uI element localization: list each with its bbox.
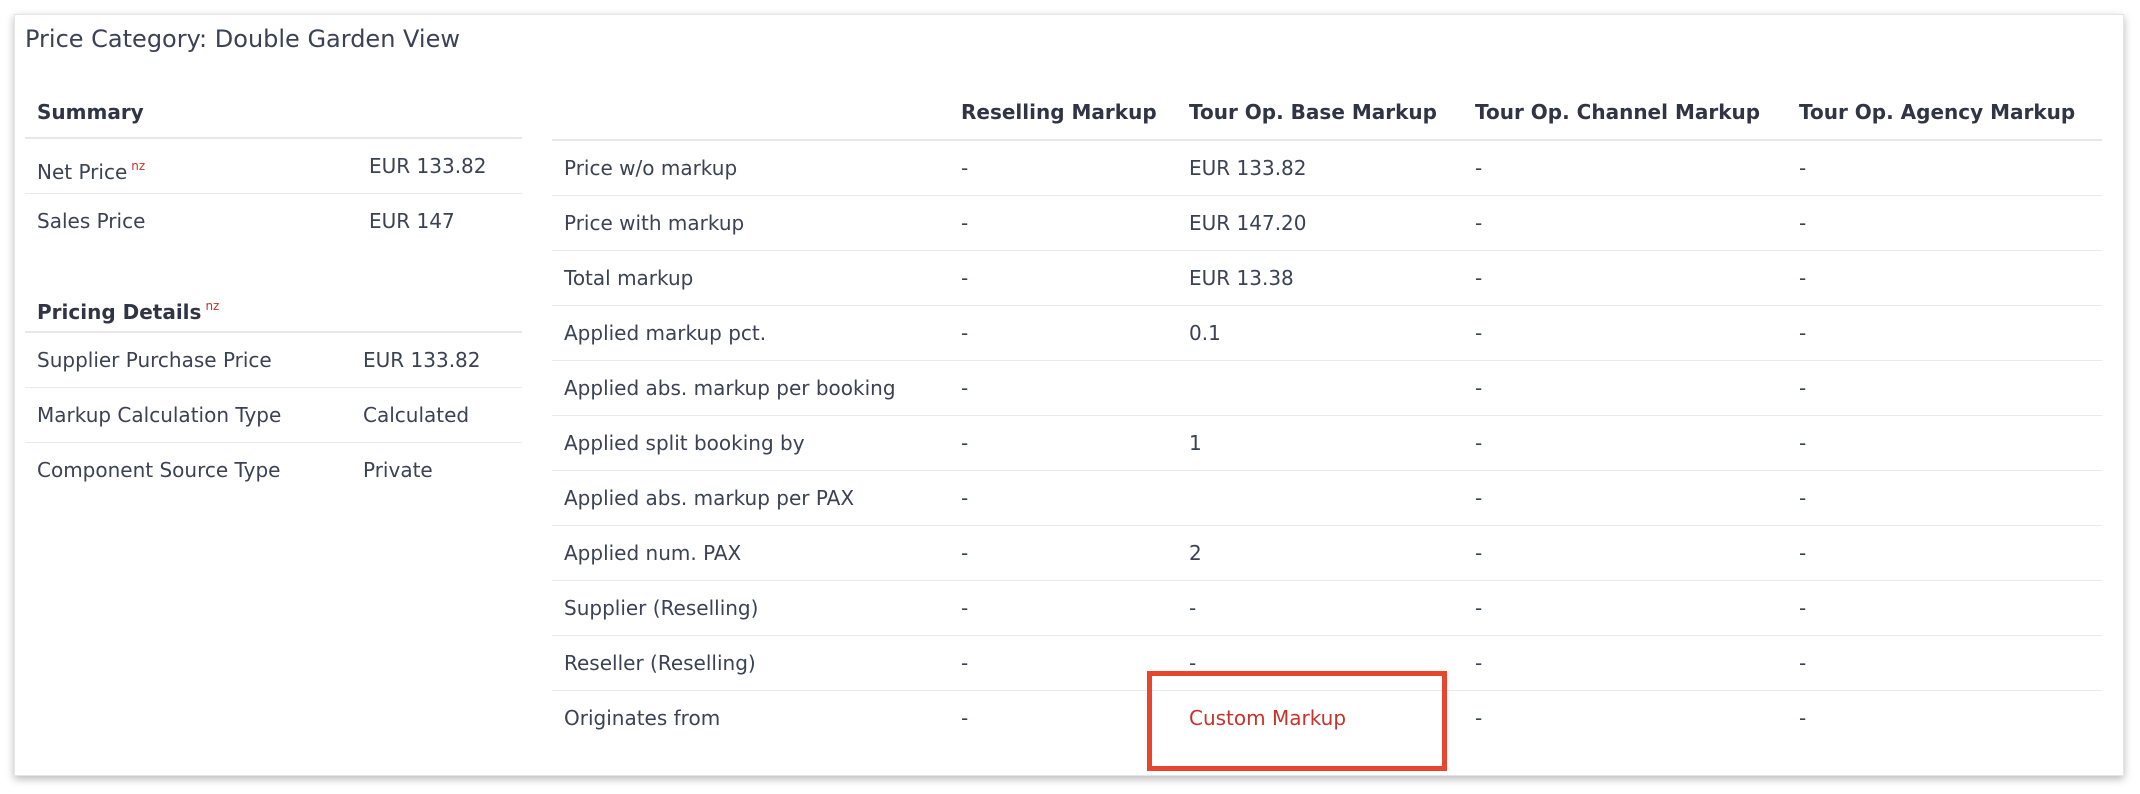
table-cell: - xyxy=(1787,195,2102,251)
row-label: Originates from xyxy=(564,706,721,730)
table-cell: - xyxy=(1787,470,2102,526)
table-row: Price w/o markup - EUR 133.82- - xyxy=(552,140,2102,196)
details-row-component-source-type: Component Source Type Private xyxy=(25,443,522,498)
summary-row-net-price: Net Price nz EUR 133.82 xyxy=(25,139,522,194)
row-label: Applied abs. markup per PAX xyxy=(552,470,949,526)
table-cell: - xyxy=(1463,305,1787,361)
details-label: Component Source Type xyxy=(37,458,281,482)
page-title: Price Category: Double Garden View xyxy=(25,25,460,53)
table-cell: - xyxy=(949,525,1177,581)
table-cell: - xyxy=(949,415,1177,471)
table-row: Applied num. PAX -2- - xyxy=(552,525,2102,581)
summary-panel: Summary Net Price nz EUR 133.82 Sales Pri… xyxy=(25,85,522,498)
table-row: Supplier (Reselling) - - - - xyxy=(552,580,2102,636)
details-row-supplier-purchase-price: Supplier Purchase Price EUR 133.82 xyxy=(25,333,522,388)
table-cell: - xyxy=(1463,360,1787,416)
table-cell: - xyxy=(1787,580,2102,636)
row-label: Applied split booking by xyxy=(552,415,949,471)
table-row: Applied split booking by -1- - xyxy=(552,415,2102,471)
summary-value: EUR 133.82 xyxy=(369,154,487,178)
table-cell: - xyxy=(949,305,1177,361)
details-value: Calculated xyxy=(363,403,470,427)
table-cell: - xyxy=(1463,580,1787,636)
table-cell: 2 xyxy=(1177,525,1463,581)
table-row: Originates from - Custom Markup - - xyxy=(552,691,2102,746)
markup-table: Reselling Markup Tour Op. Base Markup To… xyxy=(552,85,2102,745)
row-label: Applied markup pct. xyxy=(552,305,949,361)
table-row: Price with markup - EUR 147.20- - xyxy=(552,195,2102,251)
price-category-panel: Price Category: Double Garden View Summa… xyxy=(14,14,2124,776)
details-value: EUR 133.82 xyxy=(363,348,481,372)
table-row: Reseller (Reselling) - - - - xyxy=(552,635,2102,691)
column-header-reselling-markup: Reselling Markup xyxy=(949,85,1177,141)
table-cell: - xyxy=(1799,706,1807,730)
table-cell: - xyxy=(1463,195,1787,251)
table-cell: - xyxy=(1463,140,1787,196)
pricing-details-heading: Pricing Details nz xyxy=(25,279,522,333)
table-cell: - xyxy=(949,360,1177,416)
table-cell: - xyxy=(1177,635,1463,691)
table-cell: - xyxy=(1787,140,2102,196)
row-label: Price with markup xyxy=(552,195,949,251)
table-cell: - xyxy=(1177,580,1463,636)
table-cell: - xyxy=(949,470,1177,526)
table-cell xyxy=(1177,470,1463,526)
row-label: Applied abs. markup per booking xyxy=(552,360,949,416)
originates-from-custom-markup: Custom Markup xyxy=(1189,706,1347,730)
table-row: Applied abs. markup per booking - - - xyxy=(552,360,2102,416)
summary-heading: Summary xyxy=(25,85,522,139)
table-row: Applied markup pct. -0.1- - xyxy=(552,305,2102,361)
table-cell: - xyxy=(949,195,1177,251)
table-cell: - xyxy=(1463,470,1787,526)
details-label: Markup Calculation Type xyxy=(37,403,282,427)
column-header-tour-op-base-markup: Tour Op. Base Markup xyxy=(1177,85,1463,141)
table-row: Total markup - EUR 13.38- - xyxy=(552,250,2102,306)
table-cell: - xyxy=(1463,250,1787,306)
table-cell: EUR 147.20 xyxy=(1177,195,1463,251)
table-cell: - xyxy=(1475,706,1483,730)
markup-table-header: Reselling Markup Tour Op. Base Markup To… xyxy=(552,85,2102,141)
column-header-label xyxy=(552,85,949,141)
nz-superscript: nz xyxy=(131,159,146,173)
table-cell: - xyxy=(1463,635,1787,691)
table-cell: - xyxy=(949,140,1177,196)
table-row: Applied abs. markup per PAX - - - xyxy=(552,470,2102,526)
table-cell: - xyxy=(1463,525,1787,581)
summary-label: Sales Price xyxy=(37,209,146,233)
details-value: Private xyxy=(363,458,433,482)
details-row-markup-calculation-type: Markup Calculation Type Calculated xyxy=(25,388,522,443)
table-cell: EUR 13.38 xyxy=(1177,250,1463,306)
row-label: Reseller (Reselling) xyxy=(552,635,949,691)
summary-value: EUR 147 xyxy=(369,209,455,233)
row-label: Price w/o markup xyxy=(552,140,949,196)
table-cell: EUR 133.82 xyxy=(1177,140,1463,196)
row-label: Applied num. PAX xyxy=(552,525,949,581)
table-cell: - xyxy=(1787,525,2102,581)
summary-row-sales-price: Sales Price EUR 147 xyxy=(25,194,522,249)
nz-superscript: nz xyxy=(205,299,220,313)
table-cell: 1 xyxy=(1177,415,1463,471)
table-cell: - xyxy=(1787,635,2102,691)
table-cell: - xyxy=(961,706,969,730)
table-cell: - xyxy=(1787,360,2102,416)
table-cell: - xyxy=(1787,415,2102,471)
table-cell: - xyxy=(949,250,1177,306)
row-label: Supplier (Reselling) xyxy=(552,580,949,636)
table-cell: - xyxy=(949,635,1177,691)
details-label: Supplier Purchase Price xyxy=(37,348,272,372)
table-cell: 0.1 xyxy=(1177,305,1463,361)
column-header-tour-op-channel-markup: Tour Op. Channel Markup xyxy=(1463,85,1787,141)
table-cell: - xyxy=(1787,250,2102,306)
table-cell: - xyxy=(949,580,1177,636)
table-cell xyxy=(1177,360,1463,416)
column-header-tour-op-agency-markup: Tour Op. Agency Markup xyxy=(1787,85,2102,141)
table-cell: - xyxy=(1787,305,2102,361)
summary-label: Net Price xyxy=(37,160,128,184)
row-label: Total markup xyxy=(552,250,949,306)
table-cell: - xyxy=(1463,415,1787,471)
